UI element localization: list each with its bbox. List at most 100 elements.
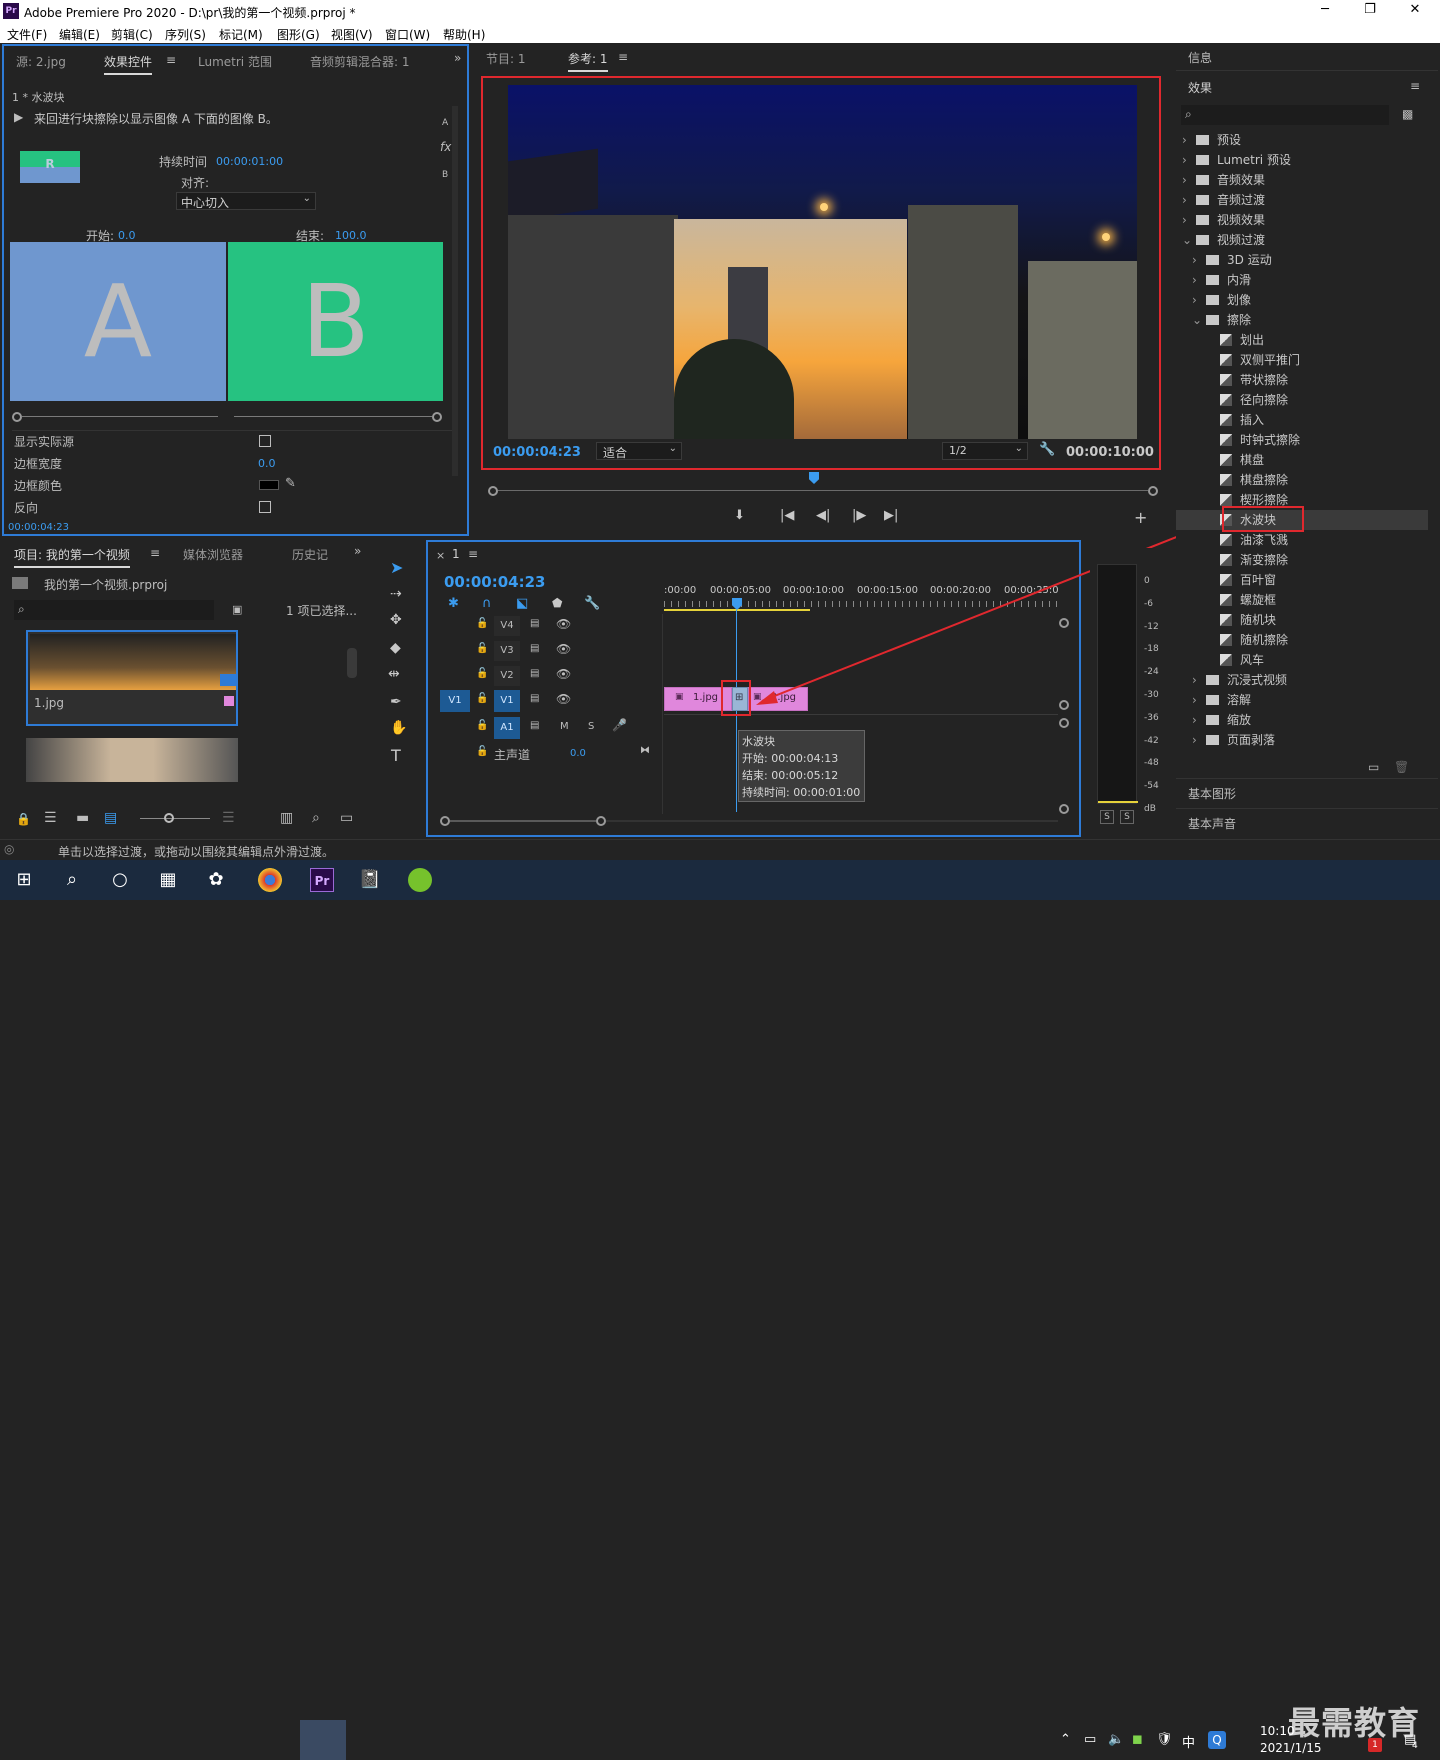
project-scrollbar[interactable] <box>347 648 357 678</box>
effects-folder[interactable]: › 内滑 <box>1182 270 1422 290</box>
scrub-start-handle[interactable] <box>488 486 498 496</box>
effects-folder[interactable]: › 预设 <box>1182 130 1422 150</box>
zoom-slider[interactable] <box>140 818 210 819</box>
align-select[interactable]: 中心切入 ⌄ <box>176 192 316 210</box>
effects-item[interactable]: 插入 <box>1182 410 1422 430</box>
scrub-end-handle[interactable] <box>1148 486 1158 496</box>
show-actual-sources-checkbox[interactable] <box>259 435 271 447</box>
lock-icon[interactable]: 🔓 <box>476 643 488 654</box>
effects-folder[interactable]: › 缩放 <box>1182 710 1422 730</box>
mute-button[interactable]: M <box>560 721 569 732</box>
panel-overflow-icon[interactable]: » <box>354 544 361 558</box>
ime-indicator[interactable]: 中 <box>1182 1732 1195 1751</box>
pinwheel-app-icon[interactable]: ✿ <box>204 868 228 892</box>
tray-network-icon[interactable]: ▭ <box>1084 1732 1096 1747</box>
zoom-bar-end[interactable] <box>596 816 606 826</box>
effects-folder[interactable]: › 3D 运动 <box>1182 250 1422 270</box>
effects-folder[interactable]: › Lumetri 预设 <box>1182 150 1422 170</box>
panel-menu-icon[interactable]: ≡ <box>468 547 478 561</box>
pen-tool-icon[interactable]: ✒ <box>390 694 402 710</box>
panel-menu-icon[interactable]: ≡ <box>1410 79 1420 93</box>
chevron-right-icon[interactable]: › <box>1182 170 1196 190</box>
zoom-bar-start[interactable] <box>440 816 450 826</box>
effects-item[interactable]: 随机擦除 <box>1182 630 1422 650</box>
track-target-v4[interactable]: V4 <box>494 616 520 636</box>
menu-sequence[interactable]: 序列(S) <box>165 26 206 43</box>
sequence-tab[interactable]: 1 <box>452 547 460 561</box>
accelerated-effects-icon[interactable]: ▩ <box>1402 107 1413 121</box>
effects-item[interactable]: 螺旋框 <box>1182 590 1422 610</box>
start-slider-track[interactable] <box>22 416 218 417</box>
effects-folder[interactable]: › 划像 <box>1182 290 1422 310</box>
minimize-icon[interactable]: ─ <box>1305 2 1345 20</box>
green-app-icon[interactable] <box>408 868 432 892</box>
lock-icon[interactable]: 🔓 <box>476 693 488 704</box>
new-bin-icon[interactable]: ▣ <box>232 603 242 616</box>
type-tool-icon[interactable]: T <box>391 746 401 765</box>
close-tab-icon[interactable]: × <box>436 549 445 562</box>
project-search-input[interactable]: ⌕ <box>14 600 214 620</box>
solo-button[interactable]: S <box>588 721 594 732</box>
start-value[interactable]: 0.0 <box>118 229 136 242</box>
chevron-right-icon[interactable]: › <box>1192 690 1206 710</box>
marker-icon[interactable]: ⬟ <box>552 596 562 610</box>
source-patch-v1[interactable]: V1 <box>440 690 470 712</box>
tab-effect-controls[interactable]: 效果控件 <box>104 53 153 75</box>
effects-folder[interactable]: ⌄ 视频过渡 <box>1182 230 1422 250</box>
lock-icon[interactable]: 🔓 <box>476 746 488 757</box>
menu-marker[interactable]: 标记(M) <box>219 26 263 43</box>
razor-tool-icon[interactable]: ◆ <box>390 640 401 656</box>
tab-audio-clip-mixer[interactable]: 音频剪辑混合器: 1 <box>310 53 410 70</box>
effects-folder[interactable]: › 音频效果 <box>1182 170 1422 190</box>
effects-item[interactable]: 时钟式擦除 <box>1182 430 1422 450</box>
panel-menu-icon[interactable]: ≡ <box>166 53 176 67</box>
lock-icon[interactable]: 🔓 <box>476 618 488 629</box>
master-volume[interactable]: 0.0 <box>570 748 586 759</box>
chevron-right-icon[interactable]: › <box>1182 150 1196 170</box>
tab-project[interactable]: 项目: 我的第一个视频 <box>14 546 130 568</box>
tab-reference[interactable]: 参考: 1 <box>568 50 608 72</box>
add-marker-icon[interactable]: ⬕ <box>516 596 528 611</box>
chevron-right-icon[interactable]: › <box>1182 210 1196 230</box>
sync-lock-icon[interactable]: ▤ <box>530 643 539 654</box>
chevron-right-icon[interactable]: › <box>1192 270 1206 290</box>
zoom-bar-rest[interactable] <box>606 820 1058 822</box>
menu-edit[interactable]: 编辑(E) <box>59 26 100 43</box>
border-width-value[interactable]: 0.0 <box>258 457 276 470</box>
panel-overflow-icon[interactable]: » <box>454 51 461 65</box>
chrome-icon[interactable] <box>258 868 282 892</box>
border-color-swatch[interactable] <box>259 480 279 490</box>
eye-icon[interactable]: 👁 <box>556 617 571 631</box>
snap-icon[interactable]: ✱ <box>448 596 459 611</box>
track-target-v3[interactable]: V3 <box>494 641 520 661</box>
chevron-right-icon[interactable]: › <box>1192 670 1206 690</box>
tray-nvidia-icon[interactable]: ◼ <box>1132 1732 1143 1747</box>
chevron-right-icon[interactable]: › <box>1182 130 1196 150</box>
timeline-timecode[interactable]: 00:00:04:23 <box>444 573 546 591</box>
selection-tool-icon[interactable]: ➤ <box>390 558 403 577</box>
menu-help[interactable]: 帮助(H) <box>443 26 485 43</box>
ripple-edit-tool-icon[interactable]: ✥ <box>390 612 402 628</box>
effects-folder[interactable]: › 溶解 <box>1182 690 1422 710</box>
end-slider-track[interactable] <box>234 416 432 417</box>
track-target-v1[interactable]: V1 <box>494 690 520 712</box>
eye-icon[interactable]: 👁 <box>556 692 571 706</box>
effects-folder[interactable]: › 视频效果 <box>1182 210 1422 230</box>
panel-menu-icon[interactable]: ≡ <box>618 50 628 64</box>
list-view-icon[interactable]: ☰ <box>44 810 57 826</box>
menu-file[interactable]: 文件(F) <box>7 26 47 43</box>
new-bin-icon[interactable]: ▭ <box>1368 760 1379 774</box>
solo-right-button[interactable]: S <box>1120 810 1134 824</box>
chevron-down-icon[interactable]: ⌄ <box>1182 230 1196 250</box>
sync-lock-icon[interactable]: ▤ <box>530 668 539 679</box>
notepad-icon[interactable]: 📓 <box>358 868 382 892</box>
chevron-down-icon[interactable]: ⌄ <box>1192 310 1206 330</box>
chevron-right-icon[interactable]: › <box>1192 250 1206 270</box>
effects-search-input[interactable]: ⌕ <box>1181 105 1389 125</box>
freeform-view-icon[interactable]: ▤ <box>104 810 117 826</box>
effects-item[interactable]: 棋盘 <box>1182 450 1422 470</box>
sync-lock-icon[interactable]: ▤ <box>530 618 539 629</box>
icon-view-icon[interactable]: ▬ <box>76 810 89 826</box>
start-slider-handle[interactable] <box>12 412 22 422</box>
menu-window[interactable]: 窗口(W) <box>385 26 430 43</box>
